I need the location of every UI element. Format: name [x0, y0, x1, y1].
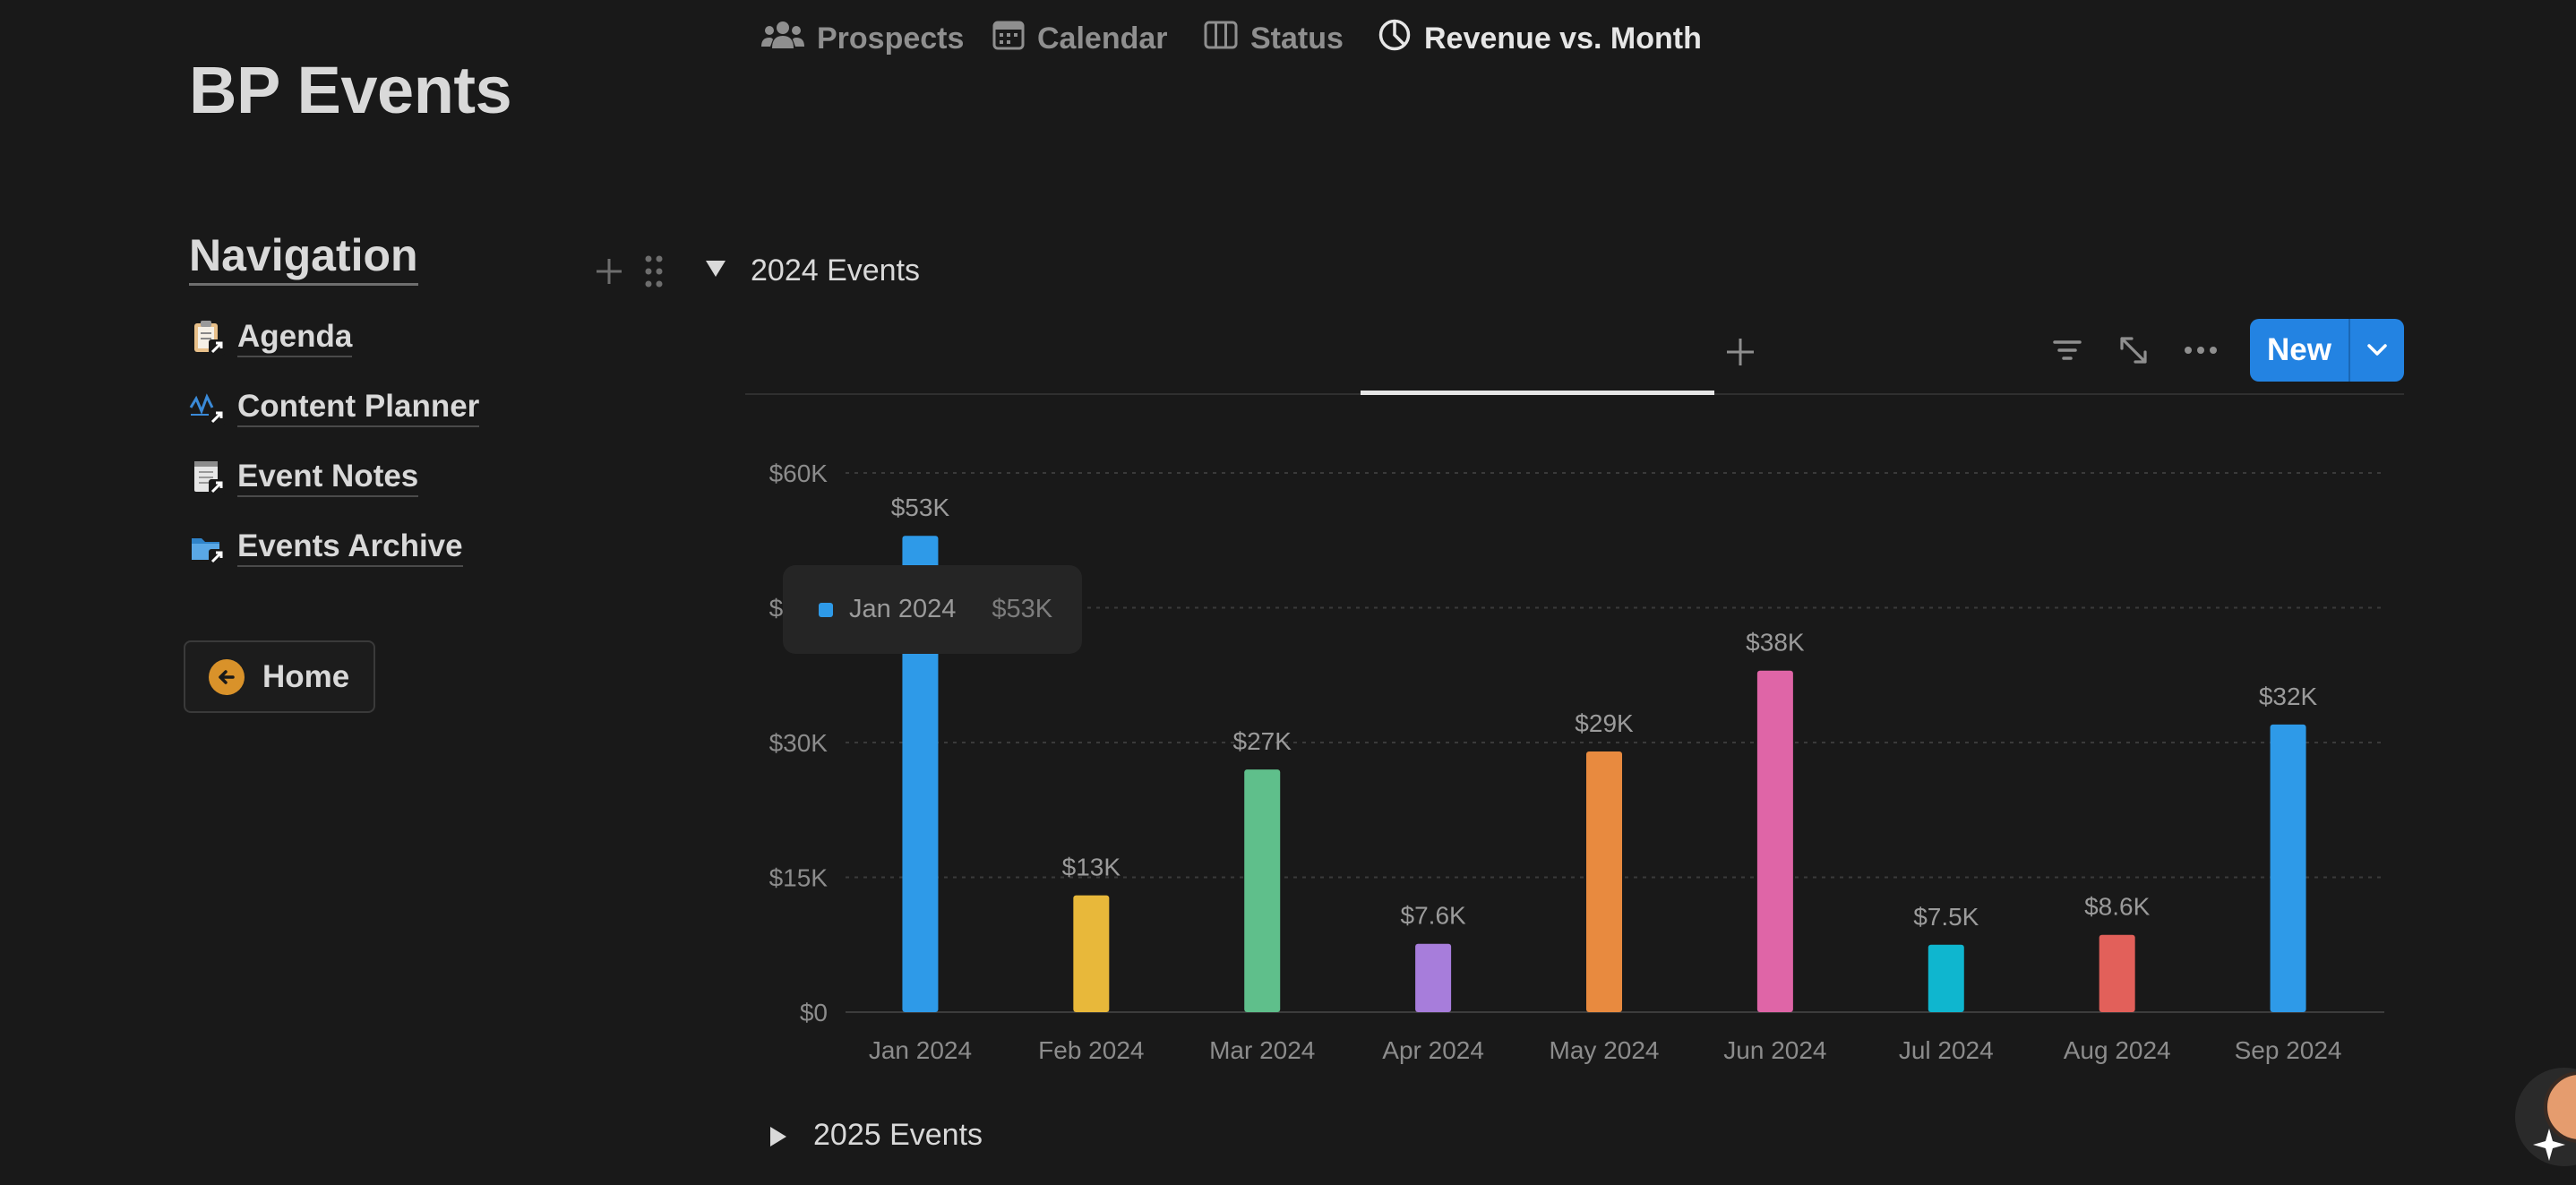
nav-item-label: Agenda — [237, 319, 353, 357]
y-tick-label: $0 — [800, 999, 828, 1026]
add-block-icon[interactable] — [593, 255, 625, 292]
more-options-icon[interactable] — [2184, 334, 2218, 371]
tab-prospects[interactable]: Prospects — [761, 0, 964, 77]
nav-item-events-archive[interactable]: Events Archive — [189, 512, 479, 582]
bar — [1928, 944, 1964, 1012]
people-icon — [761, 20, 804, 58]
chart-tooltip: Jan 2024 $53K — [783, 565, 1082, 654]
folder-link-icon — [189, 528, 228, 567]
bar — [2270, 724, 2306, 1012]
chart-canvas: $0$15K$30K$45K$60K$53KJan 2024$13KFeb 20… — [769, 459, 2384, 1064]
bar — [1586, 751, 1622, 1012]
nav-item-content-planner[interactable]: Content Planner — [189, 373, 480, 442]
nav-item-event-notes[interactable]: Event Notes — [189, 442, 479, 512]
view-tabs — [745, 318, 2404, 395]
tooltip-value: $53K — [992, 595, 1053, 623]
bar — [1756, 670, 1793, 1012]
block-handles — [593, 253, 665, 294]
sparkle-icon — [2531, 1127, 2567, 1167]
nav-item-label: Events Archive — [237, 528, 463, 567]
data-label: $38K — [1746, 629, 1805, 657]
new-button-label[interactable]: New — [2250, 319, 2350, 382]
chart-link-icon — [189, 388, 228, 427]
home-button[interactable]: Home — [184, 640, 375, 713]
bar — [1073, 895, 1110, 1012]
y-tick-label: $15K — [769, 864, 829, 892]
arrow-left-circle-icon — [209, 658, 245, 695]
tab-status[interactable]: Status — [1204, 0, 1344, 77]
tab-label: Calendar — [1037, 21, 1168, 56]
revenue-bar-chart: $0$15K$30K$45K$60K$53KJan 2024$13KFeb 20… — [745, 421, 2404, 1084]
x-tick-label: Aug 2024 — [2064, 1036, 2171, 1064]
x-tick-label: Jun 2024 — [1723, 1036, 1826, 1064]
nav-item-label: Event Notes — [237, 459, 419, 497]
bar — [2099, 934, 2135, 1012]
tooltip-label: Jan 2024 — [849, 595, 957, 623]
page: BP Events Navigation Agenda Content Plan… — [0, 0, 2576, 1185]
active-tab-indicator — [1361, 391, 1714, 395]
data-label: $27K — [1233, 727, 1292, 755]
data-label: $7.6K — [1401, 902, 1466, 930]
navigation-heading[interactable]: Navigation — [189, 229, 418, 286]
section-title-2025[interactable]: 2025 Events — [813, 1118, 983, 1153]
bar — [1415, 943, 1452, 1012]
tab-calendar[interactable]: Calendar — [992, 0, 1168, 77]
x-tick-label: Feb 2024 — [1038, 1036, 1144, 1064]
pie-chart-icon — [1378, 18, 1412, 60]
y-tick-label: $60K — [769, 459, 829, 487]
toggle-expanded-icon[interactable] — [704, 259, 727, 283]
expand-icon[interactable] — [2117, 334, 2150, 371]
y-tick-label: $30K — [769, 729, 829, 757]
data-label: $8.6K — [2084, 893, 2150, 921]
x-tick-label: Sep 2024 — [2235, 1036, 2342, 1064]
x-tick-label: Mar 2024 — [1209, 1036, 1315, 1064]
tab-revenue-vs-month[interactable]: Revenue vs. Month — [1378, 0, 1702, 77]
tab-label: Prospects — [817, 21, 965, 56]
tab-label: Revenue vs. Month — [1424, 21, 1702, 56]
filter-icon[interactable] — [2051, 334, 2083, 371]
new-button[interactable]: New — [2250, 319, 2404, 382]
data-label: $53K — [891, 494, 950, 521]
data-label: $7.5K — [1913, 903, 1979, 931]
drag-handle-icon[interactable] — [643, 253, 665, 294]
board-icon — [1204, 20, 1238, 58]
tab-label: Status — [1250, 21, 1344, 56]
section-title-2024[interactable]: 2024 Events — [751, 253, 920, 288]
add-view-icon[interactable] — [1723, 335, 1757, 374]
calendar-icon — [992, 20, 1025, 58]
bar — [1244, 769, 1281, 1012]
x-tick-label: Jul 2024 — [1899, 1036, 1994, 1064]
nav-item-agenda[interactable]: Agenda — [189, 303, 479, 373]
home-label: Home — [262, 658, 350, 694]
x-tick-label: Jan 2024 — [869, 1036, 972, 1064]
x-tick-label: Apr 2024 — [1382, 1036, 1484, 1064]
data-label: $29K — [1575, 709, 1634, 737]
data-label: $32K — [2259, 683, 2318, 710]
x-tick-label: May 2024 — [1550, 1036, 1660, 1064]
notepad-link-icon — [189, 458, 228, 497]
navigation-list: Agenda Content Planner Event Notes Event… — [189, 303, 480, 582]
chevron-down-icon[interactable] — [2350, 319, 2404, 382]
page-title: BP Events — [189, 53, 512, 127]
toggle-collapsed-icon[interactable] — [769, 1125, 788, 1153]
nav-item-label: Content Planner — [237, 389, 480, 427]
tooltip-swatch — [819, 602, 833, 617]
data-label: $13K — [1062, 854, 1121, 881]
clipboard-link-icon — [189, 318, 228, 357]
